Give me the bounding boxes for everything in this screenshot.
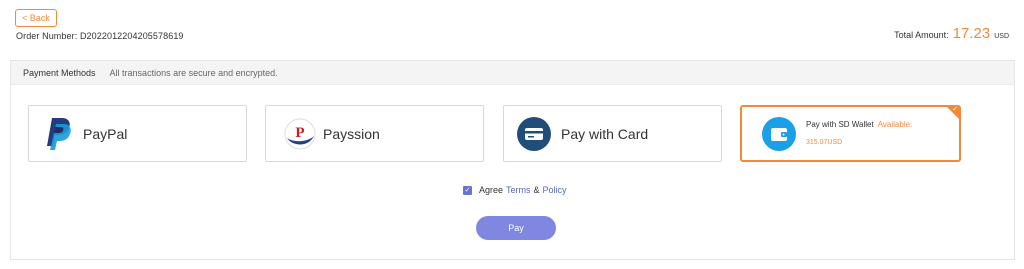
- agree-checkbox[interactable]: ✓: [463, 185, 472, 195]
- svg-text:P: P: [295, 125, 304, 141]
- currency-label: USD: [994, 33, 1009, 40]
- payssion-label: Payssion: [323, 125, 380, 142]
- wallet-label: Pay with SD Wallet: [806, 119, 874, 129]
- total-amount-label: Total Amount:: [894, 30, 949, 40]
- payment-option-card[interactable]: Pay with Card: [503, 105, 722, 162]
- total-amount-value: 17.23: [952, 25, 991, 42]
- agree-label: Agree: [479, 185, 504, 195]
- wallet-balance: 315.07USD: [806, 138, 843, 146]
- wallet-info: Pay with SD Wallet Available: 315.07USD: [806, 119, 912, 149]
- payment-option-paypal[interactable]: PayPal: [28, 105, 247, 162]
- pay-button[interactable]: Pay: [476, 216, 556, 240]
- paypal-logo-icon: [44, 116, 74, 152]
- order-number: Order Number: D2022012204205578619: [16, 31, 184, 41]
- payssion-logo-icon: P: [284, 118, 316, 150]
- amp-text: &: [533, 185, 540, 195]
- security-note: All transactions are secure and encrypte…: [109, 67, 278, 78]
- payment-panel: Payment Methods All transactions are sec…: [10, 60, 1015, 260]
- paypal-label: PayPal: [83, 125, 128, 142]
- card-label: Pay with Card: [561, 125, 649, 142]
- payment-option-wallet[interactable]: ✓ Pay with SD Wallet Available: 315.07USD: [740, 105, 961, 162]
- terms-link[interactable]: Terms: [506, 185, 531, 195]
- payment-option-payssion[interactable]: P Payssion: [265, 105, 484, 162]
- order-number-value: D2022012204205578619: [79, 31, 184, 41]
- payment-methods-title: Payment Methods: [23, 67, 96, 78]
- back-button[interactable]: < Back: [15, 9, 57, 27]
- agree-terms-row: ✓ Agree Terms & Policy: [463, 185, 567, 195]
- order-number-label: Order Number:: [16, 31, 78, 41]
- check-icon: ✓: [952, 106, 958, 113]
- payment-panel-header: Payment Methods All transactions are sec…: [11, 61, 1014, 85]
- card-icon: [517, 116, 551, 151]
- wallet-available-label: Available:: [877, 119, 913, 129]
- wallet-icon: [762, 116, 796, 151]
- policy-link[interactable]: Policy: [543, 185, 567, 195]
- total-amount: Total Amount: 17.23 USD: [894, 25, 1009, 42]
